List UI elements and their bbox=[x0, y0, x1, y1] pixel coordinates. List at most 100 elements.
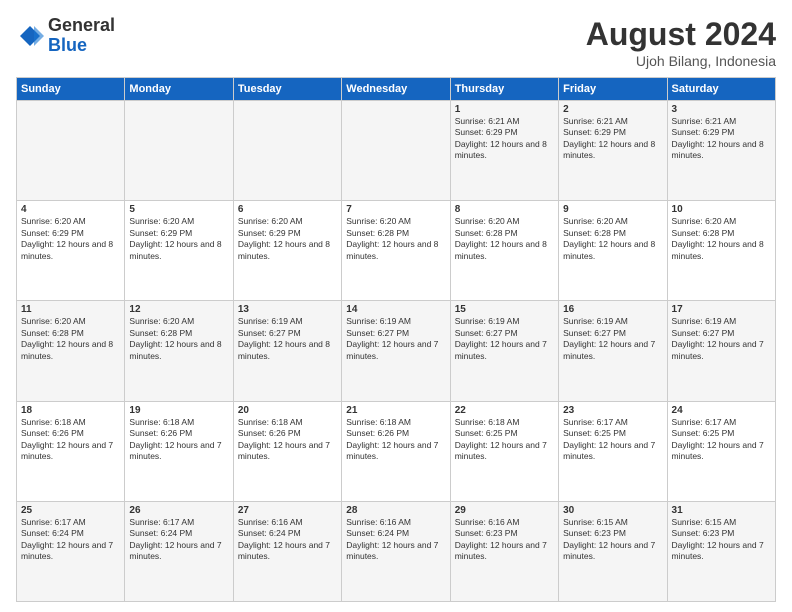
logo-icon bbox=[16, 22, 44, 50]
page: General Blue August 2024 Ujoh Bilang, In… bbox=[0, 0, 792, 612]
day-cell: 11Sunrise: 6:20 AM Sunset: 6:28 PM Dayli… bbox=[17, 301, 125, 401]
day-cell: 6Sunrise: 6:20 AM Sunset: 6:29 PM Daylig… bbox=[233, 201, 341, 301]
week-row-4: 18 Sunrise: 6:18 AM Sunset: 6:26 PM Dayli… bbox=[17, 401, 776, 501]
day-info: Sunrise: 6:18 AM Sunset: 6:25 PM Dayligh… bbox=[455, 417, 554, 463]
day-info: Sunrise: 6:20 AM Sunset: 6:28 PM Dayligh… bbox=[129, 316, 228, 362]
day-cell: 2Sunrise: 6:21 AM Sunset: 6:29 PM Daylig… bbox=[559, 101, 667, 201]
day-number: 22 bbox=[455, 405, 554, 416]
day-info: Sunrise: 6:17 AM Sunset: 6:24 PM Dayligh… bbox=[21, 517, 120, 563]
day-info: Sunrise: 6:20 AM Sunset: 6:28 PM Dayligh… bbox=[21, 316, 120, 362]
day-number: 19 bbox=[129, 405, 228, 416]
day-cell: 26Sunrise: 6:17 AM Sunset: 6:24 PM Dayli… bbox=[125, 501, 233, 601]
day-info: Sunrise: 6:19 AM Sunset: 6:27 PM Dayligh… bbox=[346, 316, 445, 362]
day-info: Sunrise: 6:17 AM Sunset: 6:24 PM Dayligh… bbox=[129, 517, 228, 563]
day-cell: 14Sunrise: 6:19 AM Sunset: 6:27 PM Dayli… bbox=[342, 301, 450, 401]
day-info: Sunrise: 6:20 AM Sunset: 6:29 PM Dayligh… bbox=[21, 216, 120, 262]
day-cell: 25Sunrise: 6:17 AM Sunset: 6:24 PM Dayli… bbox=[17, 501, 125, 601]
day-cell: 22Sunrise: 6:18 AM Sunset: 6:25 PM Dayli… bbox=[450, 401, 558, 501]
day-cell: 30Sunrise: 6:15 AM Sunset: 6:23 PM Dayli… bbox=[559, 501, 667, 601]
day-cell: 28Sunrise: 6:16 AM Sunset: 6:24 PM Dayli… bbox=[342, 501, 450, 601]
day-cell: 5Sunrise: 6:20 AM Sunset: 6:29 PM Daylig… bbox=[125, 201, 233, 301]
logo: General Blue bbox=[16, 16, 115, 56]
day-number: 2 bbox=[563, 104, 662, 115]
day-cell: 23Sunrise: 6:17 AM Sunset: 6:25 PM Dayli… bbox=[559, 401, 667, 501]
day-number: 5 bbox=[129, 204, 228, 215]
day-number: 18 bbox=[21, 405, 120, 416]
day-number: 14 bbox=[346, 304, 445, 315]
day-number: 27 bbox=[238, 505, 337, 516]
day-info: Sunrise: 6:21 AM Sunset: 6:29 PM Dayligh… bbox=[563, 116, 662, 162]
weekday-header-saturday: Saturday bbox=[667, 78, 775, 101]
day-cell: 17Sunrise: 6:19 AM Sunset: 6:27 PM Dayli… bbox=[667, 301, 775, 401]
weekday-header-friday: Friday bbox=[559, 78, 667, 101]
day-number: 20 bbox=[238, 405, 337, 416]
day-info: Sunrise: 6:18 AM Sunset: 6:26 PM Dayligh… bbox=[238, 417, 337, 463]
day-number: 15 bbox=[455, 304, 554, 315]
day-cell: 16Sunrise: 6:19 AM Sunset: 6:27 PM Dayli… bbox=[559, 301, 667, 401]
day-info: Sunrise: 6:20 AM Sunset: 6:28 PM Dayligh… bbox=[563, 216, 662, 262]
day-number: 29 bbox=[455, 505, 554, 516]
day-number: 24 bbox=[672, 405, 771, 416]
day-cell: 1Sunrise: 6:21 AM Sunset: 6:29 PM Daylig… bbox=[450, 101, 558, 201]
week-row-1: 1Sunrise: 6:21 AM Sunset: 6:29 PM Daylig… bbox=[17, 101, 776, 201]
day-cell: 19Sunrise: 6:18 AM Sunset: 6:26 PM Dayli… bbox=[125, 401, 233, 501]
week-row-2: 4Sunrise: 6:20 AM Sunset: 6:29 PM Daylig… bbox=[17, 201, 776, 301]
day-info: Sunrise: 6:21 AM Sunset: 6:29 PM Dayligh… bbox=[455, 116, 554, 162]
day-cell: 9Sunrise: 6:20 AM Sunset: 6:28 PM Daylig… bbox=[559, 201, 667, 301]
day-cell: 4Sunrise: 6:20 AM Sunset: 6:29 PM Daylig… bbox=[17, 201, 125, 301]
day-info: Sunrise: 6:20 AM Sunset: 6:29 PM Dayligh… bbox=[129, 216, 228, 262]
day-cell: 13Sunrise: 6:19 AM Sunset: 6:27 PM Dayli… bbox=[233, 301, 341, 401]
day-info: Sunrise: 6:20 AM Sunset: 6:28 PM Dayligh… bbox=[346, 216, 445, 262]
day-info: Sunrise: 6:20 AM Sunset: 6:28 PM Dayligh… bbox=[672, 216, 771, 262]
day-info: Sunrise: 6:16 AM Sunset: 6:24 PM Dayligh… bbox=[238, 517, 337, 563]
logo-text: General Blue bbox=[48, 16, 115, 56]
day-info: Sunrise: 6:19 AM Sunset: 6:27 PM Dayligh… bbox=[455, 316, 554, 362]
day-cell: 18Sunrise: 6:18 AM Sunset: 6:26 PM Dayli… bbox=[17, 401, 125, 501]
day-info: Sunrise: 6:19 AM Sunset: 6:27 PM Dayligh… bbox=[672, 316, 771, 362]
day-info: Sunrise: 6:19 AM Sunset: 6:27 PM Dayligh… bbox=[563, 316, 662, 362]
title-block: August 2024 Ujoh Bilang, Indonesia bbox=[586, 16, 776, 69]
title-location: Ujoh Bilang, Indonesia bbox=[586, 53, 776, 69]
day-info: Sunrise: 6:18 AM Sunset: 6:26 PM Dayligh… bbox=[129, 417, 228, 463]
weekday-header-tuesday: Tuesday bbox=[233, 78, 341, 101]
day-cell bbox=[342, 101, 450, 201]
day-cell bbox=[17, 101, 125, 201]
day-number: 28 bbox=[346, 505, 445, 516]
day-info: Sunrise: 6:15 AM Sunset: 6:23 PM Dayligh… bbox=[563, 517, 662, 563]
day-number: 8 bbox=[455, 204, 554, 215]
week-row-5: 25Sunrise: 6:17 AM Sunset: 6:24 PM Dayli… bbox=[17, 501, 776, 601]
day-cell: 21Sunrise: 6:18 AM Sunset: 6:26 PM Dayli… bbox=[342, 401, 450, 501]
day-cell: 31Sunrise: 6:15 AM Sunset: 6:23 PM Dayli… bbox=[667, 501, 775, 601]
day-number: 26 bbox=[129, 505, 228, 516]
day-number: 16 bbox=[563, 304, 662, 315]
day-cell bbox=[125, 101, 233, 201]
day-cell: 3Sunrise: 6:21 AM Sunset: 6:29 PM Daylig… bbox=[667, 101, 775, 201]
header: General Blue August 2024 Ujoh Bilang, In… bbox=[16, 16, 776, 69]
day-number: 3 bbox=[672, 104, 771, 115]
day-info: Sunrise: 6:16 AM Sunset: 6:24 PM Dayligh… bbox=[346, 517, 445, 563]
day-number: 25 bbox=[21, 505, 120, 516]
title-month: August 2024 bbox=[586, 16, 776, 53]
day-info: Sunrise: 6:15 AM Sunset: 6:23 PM Dayligh… bbox=[672, 517, 771, 563]
day-cell: 27Sunrise: 6:16 AM Sunset: 6:24 PM Dayli… bbox=[233, 501, 341, 601]
day-number: 11 bbox=[21, 304, 120, 315]
day-cell: 29Sunrise: 6:16 AM Sunset: 6:23 PM Dayli… bbox=[450, 501, 558, 601]
day-info: Sunrise: 6:18 AM Sunset: 6:26 PM Dayligh… bbox=[346, 417, 445, 463]
logo-general: General bbox=[48, 15, 115, 35]
day-number: 6 bbox=[238, 204, 337, 215]
day-cell: 24Sunrise: 6:17 AM Sunset: 6:25 PM Dayli… bbox=[667, 401, 775, 501]
weekday-header-thursday: Thursday bbox=[450, 78, 558, 101]
weekday-header-wednesday: Wednesday bbox=[342, 78, 450, 101]
calendar: SundayMondayTuesdayWednesdayThursdayFrid… bbox=[16, 77, 776, 602]
day-cell: 12Sunrise: 6:20 AM Sunset: 6:28 PM Dayli… bbox=[125, 301, 233, 401]
day-number: 30 bbox=[563, 505, 662, 516]
day-info: Sunrise: 6:20 AM Sunset: 6:28 PM Dayligh… bbox=[455, 216, 554, 262]
day-info: Sunrise: 6:19 AM Sunset: 6:27 PM Dayligh… bbox=[238, 316, 337, 362]
day-number: 7 bbox=[346, 204, 445, 215]
weekday-header-monday: Monday bbox=[125, 78, 233, 101]
day-cell: 20Sunrise: 6:18 AM Sunset: 6:26 PM Dayli… bbox=[233, 401, 341, 501]
day-cell: 7Sunrise: 6:20 AM Sunset: 6:28 PM Daylig… bbox=[342, 201, 450, 301]
day-info: Sunrise: 6:21 AM Sunset: 6:29 PM Dayligh… bbox=[672, 116, 771, 162]
day-info: Sunrise: 6:20 AM Sunset: 6:29 PM Dayligh… bbox=[238, 216, 337, 262]
weekday-header-sunday: Sunday bbox=[17, 78, 125, 101]
